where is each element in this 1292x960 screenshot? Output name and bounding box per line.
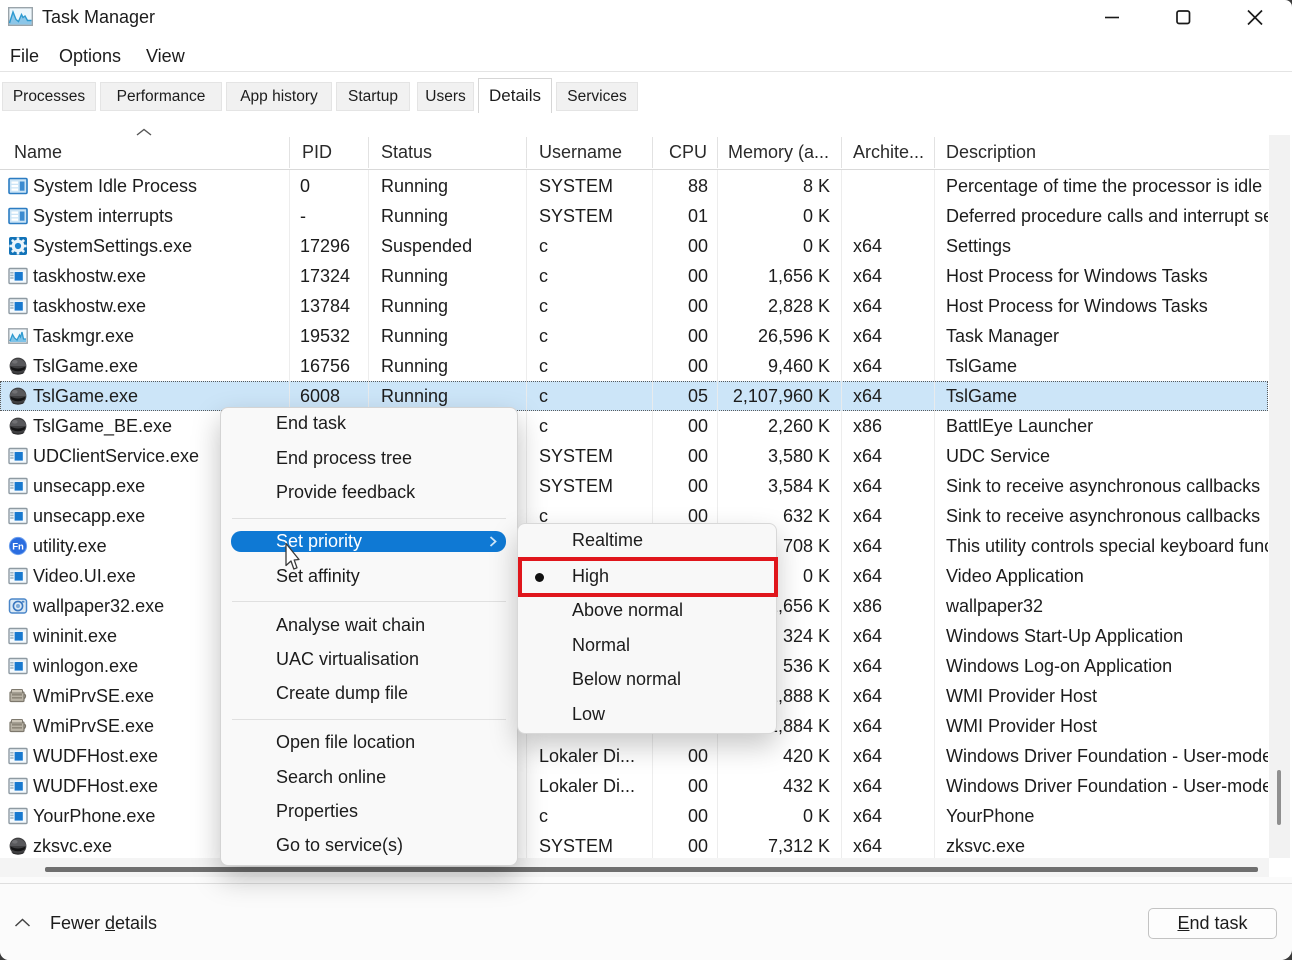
svg-text:Fn: Fn — [12, 542, 24, 553]
